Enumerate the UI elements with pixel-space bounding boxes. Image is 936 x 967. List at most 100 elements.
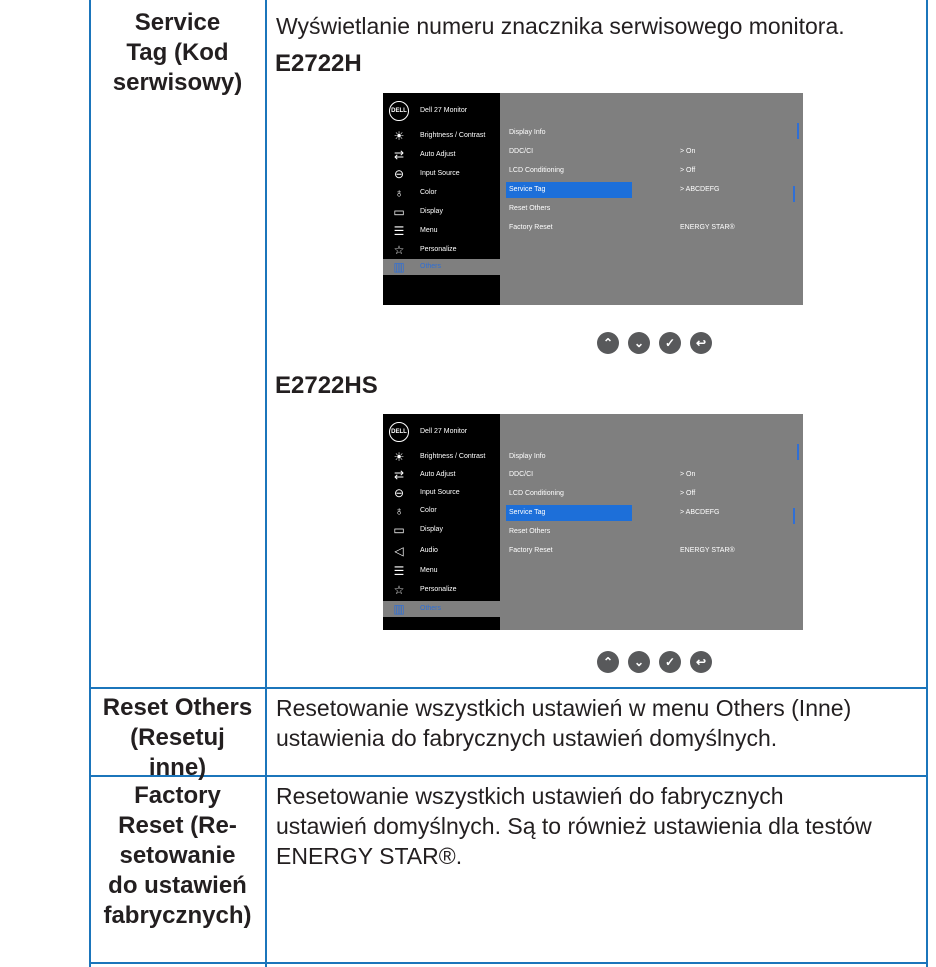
osd-menu-item: ▭ Display [383,522,500,538]
osd-menu-item: ⊖ Input Source [383,485,500,501]
back-icon[interactable]: ↩ [690,651,712,673]
table-border-bottom [89,962,928,964]
osd-menu-label: Auto Adjust [420,151,456,158]
star-icon: ☆ [393,583,405,597]
label-line: do ustawień [108,872,247,899]
table-border-right [926,0,928,967]
osd-buttons: ⌃ ⌄ ✓ ↩ [597,332,712,354]
osd-menu-item: ⇄ Auto Adjust [383,147,500,163]
osd-value: > Off [680,167,696,174]
model-name: E2722H [275,50,362,77]
osd-title: Dell 27 Monitor [420,428,468,435]
menu-icon: ☰ [393,224,405,238]
osd-menu-label: Auto Adjust [420,471,456,478]
osd-menu-item: ☀ Brightness / Contrast [383,449,500,465]
menu-icon: ☰ [393,564,405,578]
color-icon: ♁ [394,186,404,200]
check-icon[interactable]: ✓ [659,651,681,673]
osd-title: Dell 27 Monitor [420,107,468,114]
service-tag-label: Service Tag (Kod serwisowy) [90,8,265,98]
osd-submenu-item: Reset Others [509,205,551,212]
osd-menu-item: ☆ Personalize [383,582,500,598]
audio-icon: ◁ [394,544,404,558]
check-icon[interactable]: ✓ [659,332,681,354]
description-line: ustawienia do fabrycznych ustawień domyś… [276,725,778,751]
osd-submenu-item-selected: Service Tag [506,505,632,521]
model-name: E2722HS [275,372,378,399]
input-source-icon: ⊖ [393,486,405,500]
osd-submenu-item-selected: Service Tag [506,182,632,198]
osd-menu-label: Menu [420,567,438,574]
description-line: Resetowanie wszystkich ustawień do fabry… [276,783,784,809]
down-icon[interactable]: ⌄ [628,651,650,673]
osd-menu-item: ◁ Audio [383,543,500,559]
label-line: Reset Others [102,694,253,721]
reset-others-label: Reset Others (Resetuj inne) [90,693,265,783]
osd-menu-item-active: ▥ Others [383,601,500,617]
osd-menu-item: ⊖ Input Source [383,166,500,182]
table-border-middle [265,0,267,967]
osd-menu-item: ☰ Menu [383,223,500,239]
label-line: fabrycznych) [103,902,252,929]
osd-submenu-item: DDC/CI [509,148,534,155]
label-line: inne) [148,754,207,781]
osd-scroll-indicator [793,508,795,524]
others-icon: ▥ [393,602,405,616]
osd-menu-item: ♁ Color [383,185,500,201]
auto-adjust-icon: ⇄ [393,148,405,162]
osd-menu-item: ☰ Menu [383,563,500,579]
osd-value: > On [680,148,696,155]
osd-menu-label: Menu [420,227,438,234]
osd-menu-item: ♁ Color [383,503,500,519]
osd-menu-label: Brightness / Contrast [420,132,486,139]
osd-menu-label: Color [420,189,437,196]
down-icon[interactable]: ⌄ [628,332,650,354]
osd-menu-label: Display [420,208,443,215]
osd-value: > On [680,471,696,478]
label-line: (Resetuj [130,724,225,751]
osd-submenu-item: Display Info [509,453,546,460]
auto-adjust-icon: ⇄ [393,468,405,482]
label-line: Reset (Re- [118,812,237,839]
description-line: ustawień domyślnych. Są to również ustaw… [276,813,872,839]
osd-value: ENERGY STAR® [680,224,735,231]
osd-scroll-indicator [797,444,799,460]
up-icon[interactable]: ⌃ [597,651,619,673]
osd-menu-label: Personalize [420,586,457,593]
back-icon[interactable]: ↩ [690,332,712,354]
others-icon: ▥ [393,260,405,274]
osd-scroll-indicator [797,123,799,139]
up-icon[interactable]: ⌃ [597,332,619,354]
osd-submenu-item: Factory Reset [509,547,553,554]
label-line: serwisowy) [112,69,243,96]
reset-others-description: Resetowanie wszystkich ustawień w menu O… [276,693,851,753]
label-line: Factory [134,782,221,809]
description-line: Resetowanie wszystkich ustawień w menu O… [276,695,852,721]
osd-submenu-item: LCD Conditioning [509,167,564,174]
label-line: Service [134,9,221,36]
osd-menu-item: ▭ Display [383,204,500,220]
osd-screenshot: DELL Dell 27 Monitor ☀ Brightness / Contr… [383,93,803,305]
osd-menu-item: ⇄ Auto Adjust [383,467,500,483]
osd-menu-label: Others [420,605,442,612]
osd-menu-item: ☀ Brightness / Contrast [383,128,500,144]
input-source-icon: ⊖ [393,167,405,181]
osd-value: > ABCDEFG [680,186,720,193]
osd-menu-item: ☆ Personalize [383,242,500,258]
osd-scroll-indicator [793,186,795,202]
row-divider-1 [89,687,928,689]
label-line: setowanie [119,842,236,869]
factory-reset-description: Resetowanie wszystkich ustawień do fabry… [276,781,872,871]
osd-submenu-item: DDC/CI [509,471,534,478]
osd-menu-label: Input Source [420,170,460,177]
color-icon: ♁ [394,504,404,518]
osd-menu-label: Personalize [420,246,457,253]
osd-buttons: ⌃ ⌄ ✓ ↩ [597,651,712,673]
osd-menu-label: Others [420,263,442,270]
osd-submenu-item: LCD Conditioning [509,490,564,497]
description-line: ENERGY STAR®. [276,843,463,869]
osd-menu-label: Audio [420,547,438,554]
service-tag-description: Wyświetlanie numeru znacznika serwisoweg… [276,13,845,39]
label-line: Tag (Kod [126,39,229,66]
osd-menu-item-active: ▥ Others [383,259,500,275]
